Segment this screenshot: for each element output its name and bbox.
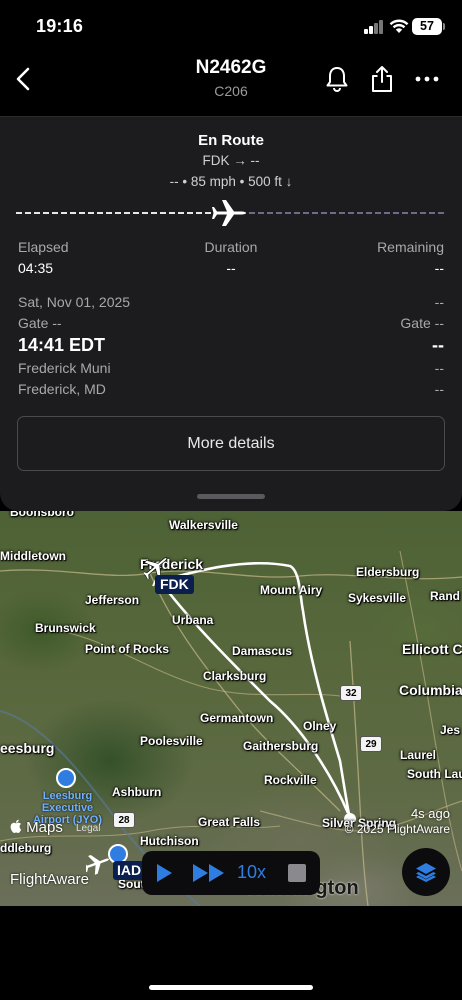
place-label: Rockville [264, 773, 317, 787]
divider [0, 116, 462, 117]
airport-tag-iad[interactable]: IAD [113, 861, 146, 880]
place-label: Ellicott C [402, 641, 462, 657]
elapsed-value: 04:35 [18, 260, 54, 276]
maps-text: Maps [26, 819, 63, 836]
place-label: Walkersville [169, 518, 238, 532]
arrival-airport: -- [434, 360, 444, 376]
place-label: Jefferson [85, 593, 140, 607]
route-shield: 28 [113, 812, 135, 828]
flight-ident: N2462G [195, 57, 267, 78]
more-details-button[interactable]: More details [17, 416, 445, 471]
place-label: Great Falls [198, 815, 261, 829]
place-label: Brunswick [35, 621, 96, 635]
place-label: Boonsboro [10, 511, 74, 519]
arrival-city: -- [434, 381, 444, 397]
map-layers-button[interactable] [402, 848, 450, 896]
status-bar: 19:16 57 [0, 0, 462, 52]
aircraft-type: C206 [214, 83, 248, 99]
place-label: Gaithersburg [243, 739, 319, 753]
airplane-icon [86, 854, 110, 875]
chevron-left-icon [16, 67, 30, 91]
place-label: Poolesville [140, 734, 203, 748]
duration-value: -- [226, 260, 236, 276]
sheet-grabber-handle[interactable] [197, 494, 265, 499]
speed-altitude-line: -- • 85 mph • 500 ft ↓ [169, 174, 293, 189]
route-summary: FDK → -- [202, 153, 260, 168]
departure-city: Frederick, MD [18, 381, 106, 397]
elapsed-label: Elapsed [18, 239, 69, 255]
place-label: Germantown [200, 711, 274, 725]
home-indicator[interactable] [149, 985, 313, 990]
playback-speed[interactable]: 10x [237, 862, 266, 883]
back-button[interactable] [10, 62, 38, 96]
place-label: Mount Airy [260, 583, 323, 597]
place-label: Middletown [0, 549, 66, 563]
place-label: Hutchison [140, 834, 199, 848]
more-options-icon[interactable] [412, 64, 442, 94]
departure-time: 14:41 EDT [18, 335, 106, 355]
place-label: Jes [440, 723, 461, 737]
departure-date: Sat, Nov 01, 2025 [18, 294, 131, 310]
arrival-date: -- [434, 294, 444, 310]
airplane-icon [212, 200, 246, 226]
flight-status: En Route [198, 132, 264, 149]
place-label: Point of Rocks [85, 642, 170, 656]
arrival-gate: Gate -- [400, 315, 444, 331]
place-label: Laurel [400, 748, 437, 762]
place-label: eesburg [0, 740, 55, 756]
wifi-icon [389, 19, 409, 33]
place-label: Sykesville [348, 591, 407, 605]
duration-label: Duration [204, 239, 258, 255]
battery-icon: 57 [412, 18, 445, 35]
departure-gate: Gate -- [18, 315, 62, 331]
place-label: Rand [430, 589, 460, 603]
fast-forward-icon[interactable] [192, 863, 226, 883]
route-shield: 29 [360, 736, 382, 752]
departure-airport[interactable]: Frederick Muni [18, 360, 111, 376]
place-label: ddleburg [0, 841, 52, 855]
airport-icon[interactable] [56, 768, 76, 788]
layers-icon [416, 863, 436, 882]
place-label: Olney [303, 719, 337, 733]
place-label: Ashburn [112, 785, 162, 799]
remaining-label: Remaining [377, 239, 444, 255]
cellular-signal-icon [364, 20, 384, 34]
flight-progress-bar [16, 200, 446, 226]
status-time: 19:16 [36, 16, 84, 36]
place-label: Eldersburg [356, 565, 420, 579]
remaining-value: -- [434, 260, 444, 276]
route-shield: 32 [340, 685, 362, 701]
place-label: Clarksburg [203, 669, 267, 683]
playback-controls: 10x [142, 851, 320, 895]
share-icon[interactable] [367, 64, 397, 94]
apple-logo-icon [10, 819, 22, 833]
flightaware-logo: FlightAware [10, 871, 89, 888]
place-label: Damascus [232, 644, 293, 658]
place-label: Columbia [399, 682, 462, 698]
map-timestamp: 4s ago [410, 806, 450, 821]
play-icon[interactable] [154, 863, 174, 883]
bell-icon[interactable] [322, 64, 352, 94]
stop-icon[interactable] [288, 864, 306, 882]
map-copyright: © 2025 FlightAware [344, 822, 450, 836]
arrival-time: -- [432, 335, 444, 355]
flight-map[interactable]: Boonsboro Walkersville Middletown Freder… [0, 511, 462, 906]
apple-maps-logo: Maps [10, 819, 63, 836]
legal-link[interactable]: Legal [76, 823, 100, 834]
place-label: Urbana [172, 613, 214, 627]
place-label: South Lau [407, 767, 462, 781]
airport-tag-fdk[interactable]: FDK [155, 575, 194, 594]
